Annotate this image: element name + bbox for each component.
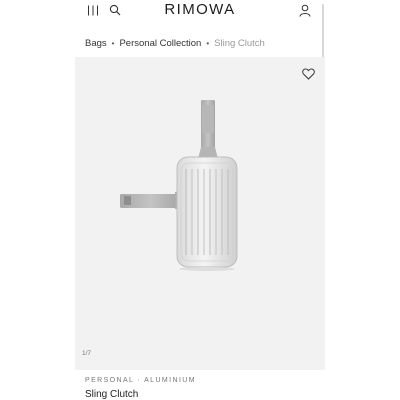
- mobile-screen: RIMOWA Bags • Personal Collection • Sling Cl…: [75, 0, 325, 400]
- product-image: [120, 100, 238, 271]
- product-category: PERSONAL · ALUMINIUM: [85, 377, 196, 384]
- site-header: RIMOWA: [75, 0, 325, 96]
- heart-icon[interactable]: [302, 68, 315, 80]
- breadcrumb-separator: •: [206, 39, 210, 48]
- breadcrumb: Bags • Personal Collection • Sling Clutch: [85, 38, 265, 49]
- product-gallery[interactable]: 1/7: [75, 57, 325, 370]
- rimowa-logo[interactable]: RIMOWA: [75, 1, 325, 18]
- breadcrumb-item-personal-collection[interactable]: Personal Collection: [119, 38, 201, 49]
- breadcrumb-item-current: Sling Clutch: [214, 38, 265, 49]
- breadcrumb-item-bags[interactable]: Bags: [85, 38, 107, 49]
- breadcrumb-separator: •: [111, 39, 115, 48]
- product-name: Sling Clutch: [85, 389, 139, 400]
- image-counter: 1/7: [82, 350, 92, 357]
- account-icon[interactable]: [299, 4, 311, 17]
